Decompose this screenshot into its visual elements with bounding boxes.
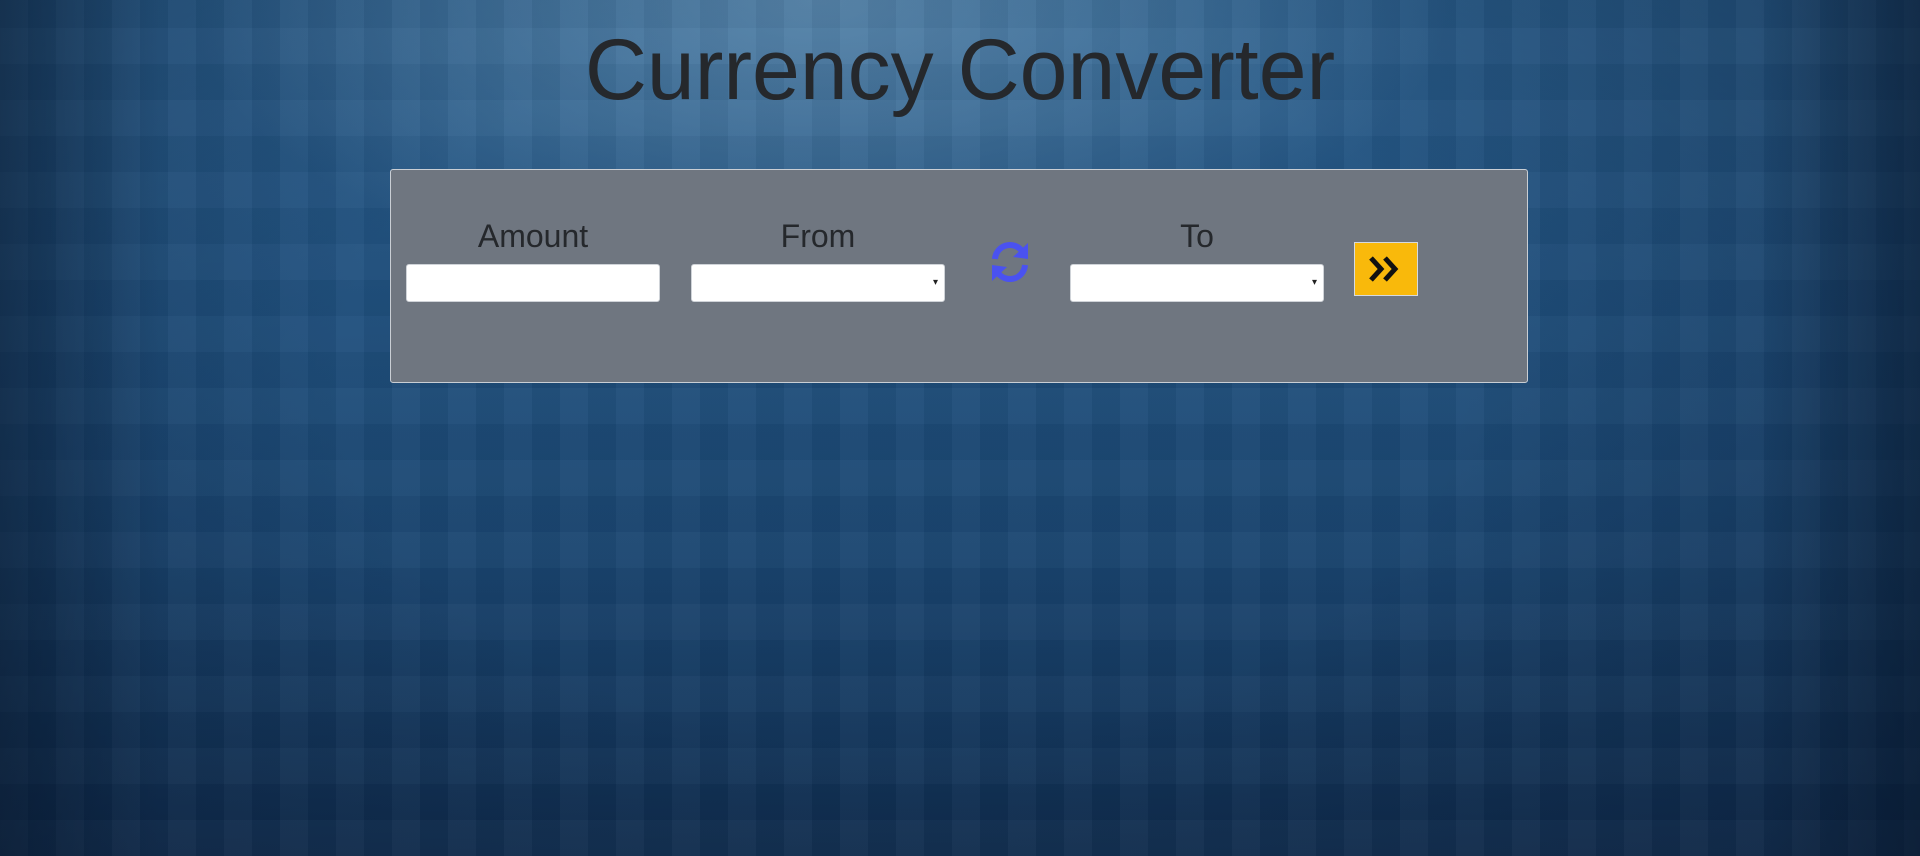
converter-panel: Amount From ▾ To ▾: [390, 169, 1528, 383]
to-label: To: [1180, 218, 1214, 254]
from-currency-select[interactable]: ▾: [691, 264, 945, 302]
from-label: From: [780, 218, 856, 254]
amount-input[interactable]: [406, 264, 660, 302]
to-currency-select[interactable]: ▾: [1070, 264, 1324, 302]
background-texture: [0, 0, 1920, 856]
page-title: Currency Converter: [584, 22, 1336, 118]
swap-currencies-icon[interactable]: [987, 239, 1033, 285]
from-dropdown-arrow-icon: ▾: [932, 277, 938, 288]
amount-label: Amount: [477, 218, 589, 254]
background-vignette-left: [0, 0, 160, 856]
swap-arrows-icon: [992, 242, 1028, 282]
double-chevron-right-icon: [1369, 256, 1399, 282]
background-vignette-right: [1760, 0, 1920, 856]
convert-button[interactable]: [1354, 242, 1418, 296]
to-dropdown-arrow-icon: ▾: [1311, 277, 1317, 288]
